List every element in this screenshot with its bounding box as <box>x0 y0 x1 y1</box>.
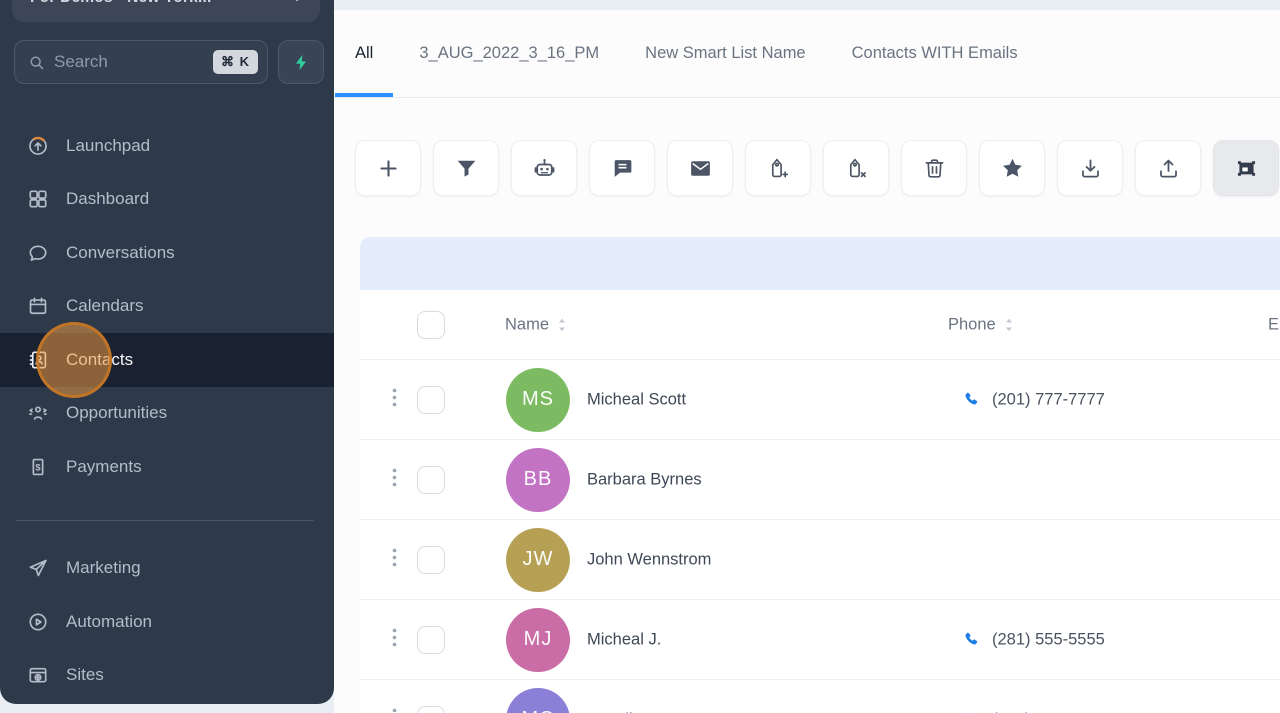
smart-list-tabs: All 3_AUG_2022_3_16_PM New Smart List Na… <box>334 10 1280 98</box>
avatar: MC <box>506 687 570 713</box>
plus-icon <box>376 156 401 181</box>
svg-text:$: $ <box>35 462 41 472</box>
tab-3-aug-2022[interactable]: 3_AUG_2022_3_16_PM <box>419 10 599 97</box>
avatar: JW <box>506 527 570 592</box>
phone-icon <box>962 390 981 409</box>
sidebar-item-launchpad[interactable]: Launchpad <box>0 119 334 173</box>
row-checkbox[interactable] <box>417 385 445 414</box>
add-to-favorites-button[interactable] <box>979 140 1045 196</box>
sort-name-icon[interactable] <box>557 317 567 332</box>
column-header-name: Name <box>505 315 550 333</box>
tab-all[interactable]: All <box>334 10 395 97</box>
upload-icon <box>1156 156 1181 181</box>
add-contact-button[interactable] <box>355 140 421 196</box>
search-input[interactable]: Search ⌘ K <box>14 40 268 84</box>
sort-phone-icon[interactable] <box>1004 317 1014 332</box>
table-row: JW John Wennstrom <box>360 520 1280 600</box>
sidebar-item-payments[interactable]: $ Payments <box>0 440 334 494</box>
table-row: MS Micheal Scott (201) 777-7777 <box>360 360 1280 440</box>
delete-button[interactable] <box>901 140 967 196</box>
column-header-phone: Phone <box>948 315 996 333</box>
row-menu-icon[interactable] <box>388 384 401 416</box>
phone-icon <box>962 630 981 649</box>
sidebar-item-conversations[interactable]: Conversations <box>0 226 334 280</box>
sidebar-item-marketing[interactable]: Marketing <box>0 542 334 596</box>
contact-phone[interactable]: (201) 777-7777 <box>962 390 1105 409</box>
filter-button[interactable] <box>433 140 499 196</box>
star-icon <box>1000 156 1025 181</box>
column-header-email: Email <box>1268 315 1280 333</box>
filter-funnel-icon <box>454 156 479 181</box>
sidebar-item-sites[interactable]: Sites <box>0 649 334 703</box>
envelope-icon <box>688 156 713 181</box>
selection-banner <box>360 237 1280 290</box>
chevron-down-icon <box>288 0 306 7</box>
avatar: MS <box>506 367 570 432</box>
contact-name[interactable]: Micheal J. <box>587 630 661 649</box>
tag-plus-icon <box>766 156 791 181</box>
row-checkbox[interactable] <box>417 705 445 713</box>
avatar: BB <box>506 447 570 512</box>
row-menu-icon[interactable] <box>388 544 401 576</box>
sidebar-divider <box>16 519 314 521</box>
table-row: BB Barbara Byrnes <box>360 440 1280 520</box>
contact-name[interactable]: Barbara Byrnes <box>587 470 702 489</box>
sidebar-item-opportunities[interactable]: Opportunities <box>0 387 334 441</box>
row-menu-icon[interactable] <box>388 704 401 713</box>
search-shortcut-badge: ⌘ K <box>213 50 258 74</box>
opportunities-icon <box>27 402 49 424</box>
account-name: For Demos - New York... <box>30 0 288 7</box>
contact-phone[interactable]: (281) 555-5555 <box>962 630 1105 649</box>
contacts-page: All 3_AUG_2022_3_16_PM New Smart List Na… <box>334 10 1280 713</box>
sidebar-item-automation[interactable]: Automation <box>0 595 334 649</box>
tab-contacts-with-emails[interactable]: Contacts WITH Emails <box>852 10 1018 97</box>
automation-bot-button[interactable] <box>511 140 577 196</box>
select-all-checkbox[interactable] <box>417 310 445 339</box>
account-switcher[interactable]: For Demos - New York... <box>12 0 320 22</box>
lightning-bolt-icon <box>292 53 311 72</box>
sms-bubble-icon <box>610 156 635 181</box>
sidebar-item-dashboard[interactable]: Dashboard <box>0 173 334 227</box>
table-row: MJ Micheal J. (281) 555-5555 <box>360 600 1280 680</box>
dashboard-icon <box>27 188 49 210</box>
table-header: Name Phone Email <box>360 290 1280 360</box>
row-checkbox[interactable] <box>417 545 445 574</box>
search-icon <box>28 54 45 71</box>
sidebar-item-calendars[interactable]: Calendars <box>0 280 334 334</box>
contact-name[interactable]: Micheal Scott <box>587 390 686 409</box>
calendar-icon <box>27 295 49 317</box>
merge-contacts-icon <box>1234 156 1259 181</box>
paper-plane-icon <box>27 557 49 579</box>
row-checkbox[interactable] <box>417 465 445 494</box>
launchpad-icon <box>27 135 49 157</box>
click-indicator <box>36 322 112 398</box>
payments-icon: $ <box>27 456 49 478</box>
contact-name[interactable]: John Wennstrom <box>587 550 711 569</box>
merge-contacts-button[interactable] <box>1213 140 1279 196</box>
sites-globe-icon <box>27 664 49 686</box>
remove-tag-button[interactable] <box>823 140 889 196</box>
search-placeholder: Search <box>54 52 108 71</box>
row-menu-icon[interactable] <box>388 624 401 656</box>
row-menu-icon[interactable] <box>388 464 401 496</box>
table-row: MC My Client (404) 555-5555 <box>360 680 1280 713</box>
add-tag-button[interactable] <box>745 140 811 196</box>
quick-actions-button[interactable] <box>278 40 324 84</box>
avatar: MJ <box>506 607 570 672</box>
tag-x-icon <box>844 156 869 181</box>
import-button[interactable] <box>1057 140 1123 196</box>
export-button[interactable] <box>1135 140 1201 196</box>
download-icon <box>1078 156 1103 181</box>
robot-icon <box>532 156 557 181</box>
send-email-button[interactable] <box>667 140 733 196</box>
automation-play-icon <box>27 611 49 633</box>
trash-icon <box>922 156 947 181</box>
send-sms-button[interactable] <box>589 140 655 196</box>
sidebar-nav: Launchpad Dashboard Conversations Calend… <box>0 119 334 702</box>
chat-bubble-icon <box>27 242 49 264</box>
row-checkbox[interactable] <box>417 625 445 654</box>
tab-new-smart-list[interactable]: New Smart List Name <box>645 10 805 97</box>
bulk-actions-toolbar <box>334 140 1280 196</box>
